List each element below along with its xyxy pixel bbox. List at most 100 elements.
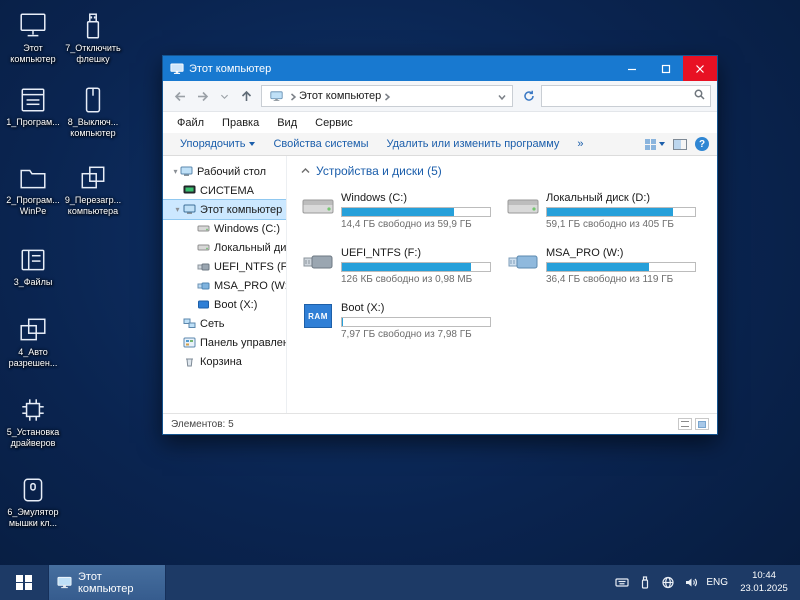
control-panel-icon xyxy=(183,337,196,348)
nav-item-network[interactable]: Сеть xyxy=(163,314,286,333)
drive-usage-bar xyxy=(546,262,696,272)
file-list-area: Устройства и диски (5) Windows (C:) 14,4… xyxy=(287,156,717,413)
menu-edit[interactable]: Правка xyxy=(214,117,267,129)
restart-icon xyxy=(78,164,108,192)
desktop-icon-driver-install[interactable]: 5_Установка драйверов xyxy=(4,396,62,449)
desktop-icon-label: 8_Выключ... компьютер xyxy=(64,117,122,139)
nav-item-drive-f[interactable]: UEFI_NTFS (F:) xyxy=(163,257,286,276)
drive-tile-x[interactable]: RAM Boot (X:) 7,97 ГБ свободно из 7,98 Г… xyxy=(301,302,506,340)
desktop-icon-files[interactable]: 3_Файлы xyxy=(4,246,62,288)
usb-tray-icon[interactable] xyxy=(637,576,652,590)
language-indicator[interactable]: ENG xyxy=(706,577,728,588)
windows-overlap-icon xyxy=(18,316,48,344)
uninstall-program-button[interactable]: Удалить или изменить программу xyxy=(377,138,568,150)
details-view-button[interactable] xyxy=(678,418,692,430)
volume-icon[interactable] xyxy=(683,576,698,590)
thumbnail-view-button[interactable] xyxy=(695,418,709,430)
drive-usage-bar xyxy=(341,207,491,217)
system-icon xyxy=(183,185,196,196)
usb-drive-icon xyxy=(197,280,210,291)
recent-locations-dropdown[interactable] xyxy=(213,85,235,107)
desktop-icon-programs1[interactable]: 1_Програм... xyxy=(4,86,62,128)
desktop-icon-eject-usb[interactable]: 7_Отключить флешку xyxy=(64,12,122,65)
maximize-button[interactable] xyxy=(649,56,683,81)
preview-pane-button[interactable] xyxy=(673,139,687,150)
back-button[interactable] xyxy=(169,85,191,107)
menu-view[interactable]: Вид xyxy=(269,117,305,129)
drive-tile-c[interactable]: Windows (C:) 14,4 ГБ свободно из 59,9 ГБ xyxy=(301,192,506,230)
taskbar-app-this-pc[interactable]: Этот компьютер xyxy=(48,565,166,600)
chevron-down-icon xyxy=(249,142,255,146)
close-button[interactable] xyxy=(683,56,717,81)
drive-usage-bar xyxy=(341,317,491,327)
taskbar-clock[interactable]: 10:44 23.01.2025 xyxy=(736,570,792,595)
desktop-icon-programs-winpe[interactable]: 2_Програм... WinPe xyxy=(4,164,62,217)
item-count: Элементов: 5 xyxy=(171,419,234,430)
search-box[interactable] xyxy=(541,85,711,107)
drive-name: UEFI_NTFS (F:) xyxy=(341,247,491,260)
ram-drive-icon: RAM xyxy=(301,302,335,330)
folder-icon xyxy=(18,164,48,192)
nav-item-drive-d[interactable]: Локальный диск xyxy=(163,238,286,257)
window-titlebar[interactable]: Этот компьютер xyxy=(163,56,717,81)
drive-tile-w[interactable]: MSA_PRO (W:) 36,4 ГБ свободно из 119 ГБ xyxy=(506,247,711,285)
drive-usage-bar xyxy=(546,207,696,217)
drive-usage-fill xyxy=(547,208,673,216)
minimize-button[interactable] xyxy=(615,56,649,81)
drive-name: Boot (X:) xyxy=(341,302,491,315)
drive-tile-d[interactable]: Локальный диск (D:) 59,1 ГБ свободно из … xyxy=(506,192,711,230)
nav-item-system[interactable]: СИСТЕМА xyxy=(163,181,286,200)
navigation-toolbar: Этот компьютер xyxy=(163,81,717,112)
group-header-label: Устройства и диски (5) xyxy=(316,164,442,178)
computer-icon xyxy=(57,576,72,589)
command-bar: Упорядочить Свойства системы Удалить или… xyxy=(163,133,717,156)
forward-button[interactable] xyxy=(191,85,213,107)
desktop-icon-auto-resolution[interactable]: 4_Авто разрешен... xyxy=(4,316,62,369)
desktop-icon-this-pc[interactable]: Этот компьютер xyxy=(4,12,62,65)
nav-item-drive-c[interactable]: Windows (C:) xyxy=(163,219,286,238)
window-title: Этот компьютер xyxy=(189,63,615,75)
menu-file[interactable]: Файл xyxy=(169,117,212,129)
desktop-icon-label: 6_Эмулятор мышки кл... xyxy=(4,507,62,529)
search-icon xyxy=(694,89,705,103)
menu-service[interactable]: Сервис xyxy=(307,117,361,129)
nav-item-desktop[interactable]: ▾ Рабочий стол xyxy=(163,162,286,181)
desktop-icon-shutdown[interactable]: 8_Выключ... компьютер xyxy=(64,86,122,139)
hdd-icon xyxy=(506,192,540,220)
breadcrumb[interactable]: Этот компьютер xyxy=(299,90,381,102)
desktop-icon-reboot[interactable]: 9_Перезагр... компьютера xyxy=(64,164,122,217)
nav-item-drive-x[interactable]: Boot (X:) xyxy=(163,295,286,314)
nav-item-drive-w[interactable]: MSA_PRO (W:) xyxy=(163,276,286,295)
ram-label: RAM xyxy=(304,304,332,328)
start-button[interactable] xyxy=(0,565,48,600)
help-button[interactable]: ? xyxy=(695,137,709,151)
keyboard-icon[interactable] xyxy=(614,576,629,590)
system-properties-button[interactable]: Свойства системы xyxy=(264,138,377,150)
search-input[interactable] xyxy=(547,90,694,102)
nav-item-this-pc[interactable]: ▾ Этот компьютер xyxy=(163,200,286,219)
desktop-icon-label: 3_Файлы xyxy=(4,277,62,288)
desktop-icon xyxy=(180,166,193,177)
organize-button[interactable]: Упорядочить xyxy=(171,138,264,150)
up-button[interactable] xyxy=(235,85,257,107)
drive-tile-f[interactable]: UEFI_NTFS (F:) 126 КБ свободно из 0,98 М… xyxy=(301,247,506,285)
desktop-icon-mouse-emulator[interactable]: 6_Эмулятор мышки кл... xyxy=(4,476,62,529)
drive-free-space: 126 КБ свободно из 0,98 МБ xyxy=(341,274,491,285)
files-window-icon xyxy=(18,246,48,274)
group-header-devices[interactable]: Устройства и диски (5) xyxy=(301,164,707,178)
refresh-button[interactable] xyxy=(517,85,541,107)
ram-drive-icon xyxy=(197,299,210,310)
more-commands-button[interactable]: » xyxy=(568,138,592,150)
network-globe-icon[interactable] xyxy=(660,576,675,590)
nav-item-recycle-bin[interactable]: Корзина xyxy=(163,352,286,371)
nav-item-control-panel[interactable]: Панель управлени xyxy=(163,333,286,352)
computer-icon xyxy=(170,63,184,75)
hdd-icon xyxy=(197,242,210,253)
address-dropdown-icon[interactable] xyxy=(498,92,506,100)
expand-arrow-icon[interactable]: ▾ xyxy=(171,167,180,176)
desktop-icon-label: 1_Програм... xyxy=(4,117,62,128)
expand-arrow-icon[interactable]: ▾ xyxy=(173,205,182,214)
desktop-icon-label: 4_Авто разрешен... xyxy=(4,347,62,369)
address-bar[interactable]: Этот компьютер xyxy=(261,85,513,107)
change-view-button[interactable] xyxy=(645,139,665,150)
